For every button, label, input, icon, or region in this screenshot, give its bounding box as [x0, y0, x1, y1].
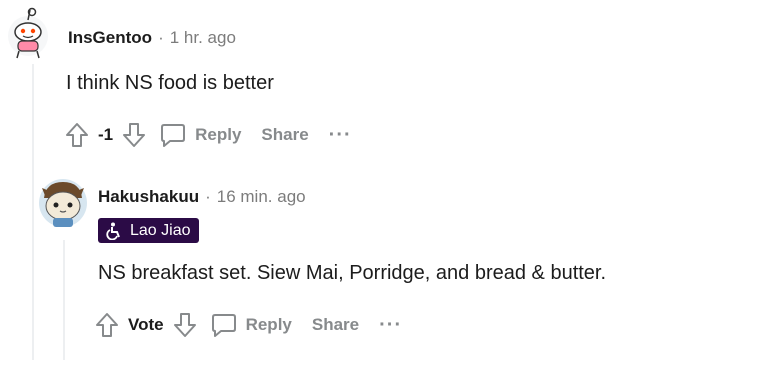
thread-line-inner[interactable] [63, 240, 65, 360]
timestamp[interactable]: 16 min. ago [217, 187, 306, 207]
reply-label: Reply [195, 125, 242, 144]
meta-separator: · [205, 187, 211, 206]
avatar-hakushakuu[interactable] [38, 176, 88, 230]
share-button[interactable]: Share [255, 125, 314, 145]
upvote-icon [66, 123, 88, 147]
avatar-insgentoo[interactable] [6, 6, 50, 62]
more-options-button[interactable]: ··· [323, 125, 358, 145]
vote-label: Vote [128, 315, 164, 334]
snoo-avatar-icon [8, 7, 48, 59]
share-label: Share [261, 125, 309, 144]
author-name[interactable]: Hakushakuu [98, 187, 199, 207]
comment-bubble-icon [161, 124, 186, 147]
wheelchair-icon [106, 222, 120, 240]
downvote-button[interactable] [170, 310, 200, 340]
comment-bubble-icon [211, 314, 236, 337]
downvote-button[interactable] [119, 120, 149, 150]
upvote-icon [96, 313, 118, 337]
timestamp[interactable]: 1 hr. ago [170, 28, 236, 48]
upvote-button[interactable] [92, 310, 122, 340]
comment-actions-2: Vote Reply Share ··· [92, 308, 408, 342]
comment-header-2: Hakushakuu · 16 min. ago [98, 187, 306, 207]
upvote-button[interactable] [62, 120, 92, 150]
reply-button[interactable]: Reply [204, 311, 298, 339]
reply-button[interactable]: Reply [153, 121, 247, 149]
thread-line-outer[interactable] [32, 64, 34, 360]
comment-body: NS breakfast set. Siew Mai, Porridge, an… [98, 262, 607, 284]
downvote-icon [123, 123, 146, 147]
share-label: Share [311, 315, 360, 334]
share-button[interactable]: Share [306, 315, 365, 335]
flair-text: Lao Jiao [130, 221, 191, 239]
user-flair: Lao Jiao [98, 218, 199, 243]
more-options-button[interactable]: ··· [373, 315, 408, 335]
author-name[interactable]: InsGentoo [68, 28, 152, 48]
downvote-icon [173, 313, 196, 337]
cat-avatar-icon [39, 179, 87, 227]
meta-separator: · [158, 28, 164, 47]
comment-header-1: InsGentoo · 1 hr. ago [68, 28, 236, 48]
vote-count: -1 [98, 125, 114, 144]
comment-actions-1: -1 Reply Share ··· [62, 118, 358, 152]
comment-body: I think NS food is better [66, 72, 274, 94]
reply-label: Reply [245, 315, 292, 334]
